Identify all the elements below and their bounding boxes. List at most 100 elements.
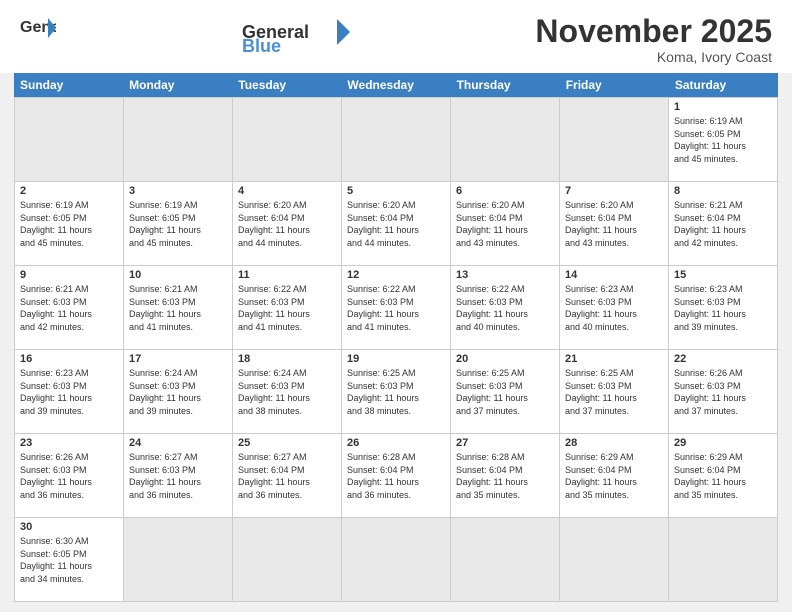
calendar-grid: 1 Sunrise: 6:19 AMSunset: 6:05 PMDaylight… xyxy=(14,97,778,602)
svg-text:Blue: Blue xyxy=(242,36,281,52)
calendar-day-8: 8 Sunrise: 6:21 AMSunset: 6:04 PMDaylight… xyxy=(669,182,778,266)
calendar-day-9: 9 Sunrise: 6:21 AMSunset: 6:03 PMDaylight… xyxy=(15,266,124,350)
cell-info: Sunrise: 6:19 AMSunset: 6:05 PMDaylight:… xyxy=(129,199,227,249)
cell-info: Sunrise: 6:29 AMSunset: 6:04 PMDaylight:… xyxy=(674,451,772,501)
cell-info: Sunrise: 6:24 AMSunset: 6:03 PMDaylight:… xyxy=(129,367,227,417)
cell-date: 21 xyxy=(565,353,663,365)
cell-info: Sunrise: 6:25 AMSunset: 6:03 PMDaylight:… xyxy=(347,367,445,417)
calendar-day-17: 17 Sunrise: 6:24 AMSunset: 6:03 PMDayligh… xyxy=(124,350,233,434)
cell-info: Sunrise: 6:26 AMSunset: 6:03 PMDaylight:… xyxy=(674,367,772,417)
calendar-day-29: 29 Sunrise: 6:29 AMSunset: 6:04 PMDayligh… xyxy=(669,434,778,518)
cell-date: 29 xyxy=(674,437,772,449)
cell-info: Sunrise: 6:20 AMSunset: 6:04 PMDaylight:… xyxy=(347,199,445,249)
calendar-day-14: 14Sunrise: 6:23 AMSunset: 6:03 PMDayligh… xyxy=(560,266,669,350)
header: General General Blue November 2025 Koma,… xyxy=(0,0,792,73)
cell-info: Sunrise: 6:19 AMSunset: 6:05 PMDaylight:… xyxy=(20,199,118,249)
calendar-day-30: 30 Sunrise: 6:30 AMSunset: 6:05 PMDayligh… xyxy=(15,518,124,602)
calendar-empty xyxy=(342,518,451,602)
calendar-day-25: 25Sunrise: 6:27 AMSunset: 6:04 PMDayligh… xyxy=(233,434,342,518)
cell-info: Sunrise: 6:23 AMSunset: 6:03 PMDaylight:… xyxy=(674,283,772,333)
logo-icon: General xyxy=(20,14,56,42)
calendar-empty xyxy=(560,98,669,182)
cell-info: Sunrise: 6:26 AMSunset: 6:03 PMDaylight:… xyxy=(20,451,118,501)
cell-date: 20 xyxy=(456,353,554,365)
cell-info: Sunrise: 6:25 AMSunset: 6:03 PMDaylight:… xyxy=(565,367,663,417)
cell-date: 3 xyxy=(129,185,227,197)
calendar-day-24: 24 Sunrise: 6:27 AMSunset: 6:03 PMDayligh… xyxy=(124,434,233,518)
cell-date: 13 xyxy=(456,269,554,281)
day-header: Monday xyxy=(123,73,232,97)
cell-info: Sunrise: 6:22 AMSunset: 6:03 PMDaylight:… xyxy=(238,283,336,333)
calendar-day-22: 22 Sunrise: 6:26 AMSunset: 6:03 PMDayligh… xyxy=(669,350,778,434)
calendar-day-16: 16 Sunrise: 6:23 AMSunset: 6:03 PMDayligh… xyxy=(15,350,124,434)
calendar-empty xyxy=(124,98,233,182)
cell-date: 8 xyxy=(674,185,772,197)
cell-date: 11 xyxy=(238,269,336,281)
calendar-day-27: 27 Sunrise: 6:28 AMSunset: 6:04 PMDayligh… xyxy=(451,434,560,518)
calendar-day-4: 4Sunrise: 6:20 AMSunset: 6:04 PMDaylight… xyxy=(233,182,342,266)
calendar-empty xyxy=(233,98,342,182)
calendar-empty xyxy=(560,518,669,602)
cell-info: Sunrise: 6:24 AMSunset: 6:03 PMDaylight:… xyxy=(238,367,336,417)
cell-date: 18 xyxy=(238,353,336,365)
cell-date: 17 xyxy=(129,353,227,365)
cell-date: 27 xyxy=(456,437,554,449)
cell-date: 12 xyxy=(347,269,445,281)
calendar-day-5: 5 Sunrise: 6:20 AMSunset: 6:04 PMDaylight… xyxy=(342,182,451,266)
cell-date: 23 xyxy=(20,437,118,449)
calendar-day-20: 20 Sunrise: 6:25 AMSunset: 6:03 PMDayligh… xyxy=(451,350,560,434)
title-area: November 2025 Koma, Ivory Coast xyxy=(535,14,772,65)
calendar-day-7: 7Sunrise: 6:20 AMSunset: 6:04 PMDaylight… xyxy=(560,182,669,266)
day-header: Saturday xyxy=(669,73,778,97)
cell-info: Sunrise: 6:21 AMSunset: 6:03 PMDaylight:… xyxy=(129,283,227,333)
cell-date: 26 xyxy=(347,437,445,449)
logo-svg: General Blue xyxy=(242,14,352,52)
calendar-empty xyxy=(451,98,560,182)
calendar-day-1: 1 Sunrise: 6:19 AMSunset: 6:05 PMDaylight… xyxy=(669,98,778,182)
calendar-empty xyxy=(233,518,342,602)
calendar-day-23: 23 Sunrise: 6:26 AMSunset: 6:03 PMDayligh… xyxy=(15,434,124,518)
calendar-day-13: 13 Sunrise: 6:22 AMSunset: 6:03 PMDayligh… xyxy=(451,266,560,350)
cell-date: 2 xyxy=(20,185,118,197)
cell-date: 24 xyxy=(129,437,227,449)
cell-info: Sunrise: 6:21 AMSunset: 6:03 PMDaylight:… xyxy=(20,283,118,333)
cell-date: 1 xyxy=(674,101,772,113)
day-headers: SundayMondayTuesdayWednesdayThursdayFrid… xyxy=(14,73,778,97)
cell-date: 5 xyxy=(347,185,445,197)
logo: General xyxy=(20,14,58,42)
cell-info: Sunrise: 6:23 AMSunset: 6:03 PMDaylight:… xyxy=(20,367,118,417)
cell-date: 10 xyxy=(129,269,227,281)
cell-info: Sunrise: 6:25 AMSunset: 6:03 PMDaylight:… xyxy=(456,367,554,417)
cell-date: 6 xyxy=(456,185,554,197)
cell-info: Sunrise: 6:21 AMSunset: 6:04 PMDaylight:… xyxy=(674,199,772,249)
cell-info: Sunrise: 6:22 AMSunset: 6:03 PMDaylight:… xyxy=(347,283,445,333)
cell-date: 28 xyxy=(565,437,663,449)
calendar-day-2: 2 Sunrise: 6:19 AMSunset: 6:05 PMDaylight… xyxy=(15,182,124,266)
cell-info: Sunrise: 6:20 AMSunset: 6:04 PMDaylight:… xyxy=(456,199,554,249)
calendar-day-15: 15Sunrise: 6:23 AMSunset: 6:03 PMDayligh… xyxy=(669,266,778,350)
cell-info: Sunrise: 6:29 AMSunset: 6:04 PMDaylight:… xyxy=(565,451,663,501)
cell-info: Sunrise: 6:19 AMSunset: 6:05 PMDaylight:… xyxy=(674,115,772,165)
calendar-empty xyxy=(451,518,560,602)
cell-info: Sunrise: 6:30 AMSunset: 6:05 PMDaylight:… xyxy=(20,535,118,585)
logo-text: General Blue xyxy=(242,14,352,55)
page: General General Blue November 2025 Koma,… xyxy=(0,0,792,612)
calendar-day-10: 10 Sunrise: 6:21 AMSunset: 6:03 PMDayligh… xyxy=(124,266,233,350)
cell-date: 25 xyxy=(238,437,336,449)
day-header: Tuesday xyxy=(232,73,341,97)
location: Koma, Ivory Coast xyxy=(535,49,772,65)
calendar-day-19: 19Sunrise: 6:25 AMSunset: 6:03 PMDayligh… xyxy=(342,350,451,434)
month-title: November 2025 xyxy=(535,14,772,49)
day-header: Friday xyxy=(560,73,669,97)
cell-info: Sunrise: 6:28 AMSunset: 6:04 PMDaylight:… xyxy=(456,451,554,501)
cell-info: Sunrise: 6:20 AMSunset: 6:04 PMDaylight:… xyxy=(238,199,336,249)
calendar: SundayMondayTuesdayWednesdayThursdayFrid… xyxy=(14,73,778,602)
day-header: Sunday xyxy=(14,73,123,97)
cell-date: 9 xyxy=(20,269,118,281)
cell-date: 16 xyxy=(20,353,118,365)
cell-date: 30 xyxy=(20,521,118,533)
calendar-day-26: 26Sunrise: 6:28 AMSunset: 6:04 PMDayligh… xyxy=(342,434,451,518)
cell-info: Sunrise: 6:22 AMSunset: 6:03 PMDaylight:… xyxy=(456,283,554,333)
cell-info: Sunrise: 6:27 AMSunset: 6:03 PMDaylight:… xyxy=(129,451,227,501)
cell-date: 22 xyxy=(674,353,772,365)
